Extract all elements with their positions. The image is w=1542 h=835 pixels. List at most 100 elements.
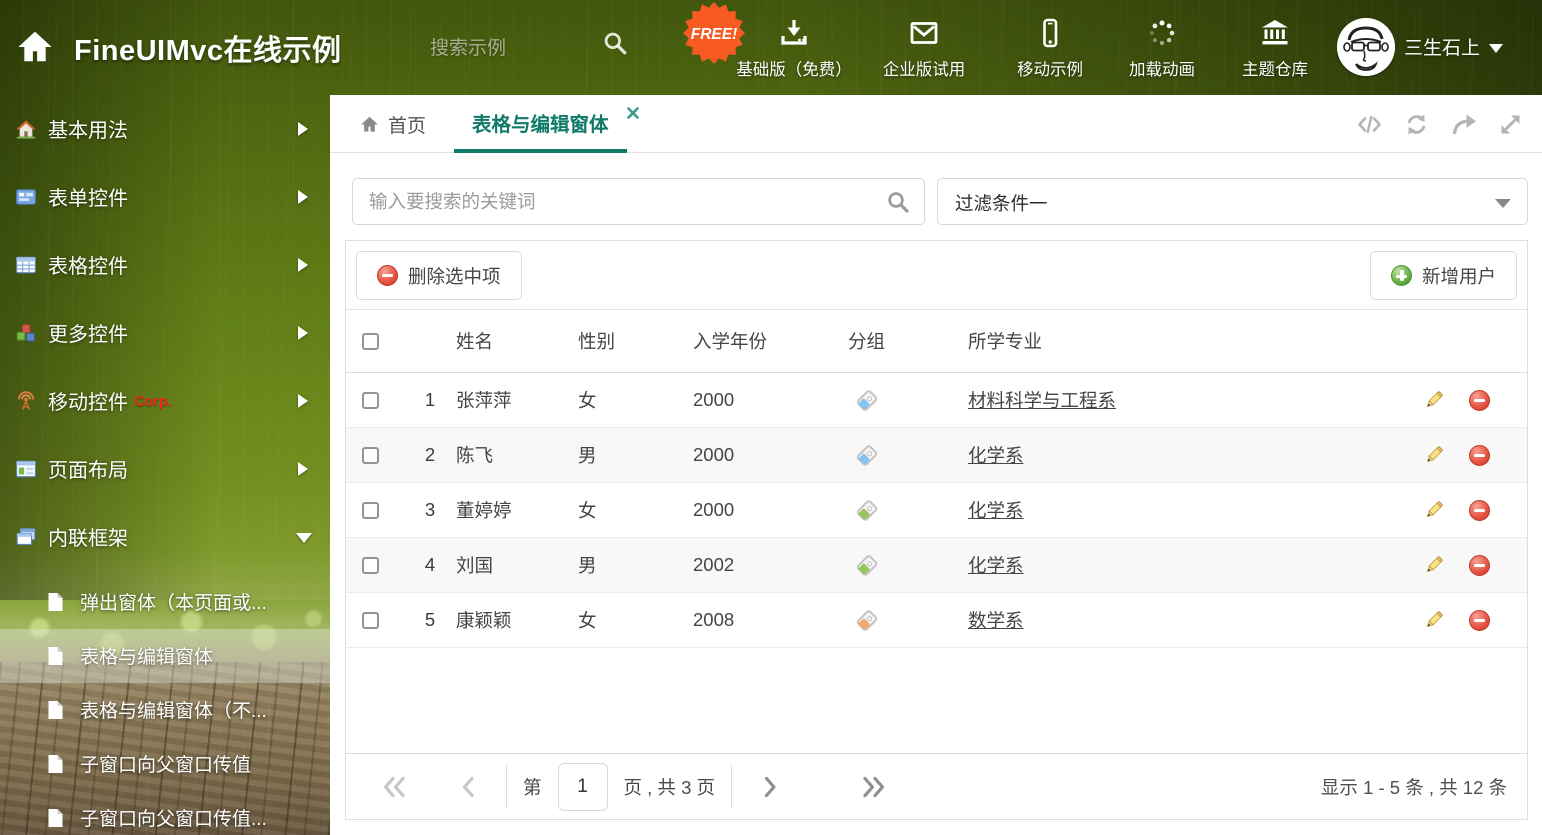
prev-page-button[interactable] xyxy=(460,775,476,799)
cubes-icon xyxy=(15,322,37,344)
page-icon xyxy=(46,646,65,666)
tag-icon xyxy=(855,443,879,467)
sidebar: 基本用法 表单控件 表格控件 更多控件 移动控件 Corp. 页面布局 内联框架… xyxy=(0,95,330,835)
major-link[interactable]: 化学系 xyxy=(968,445,1024,466)
sidebar-submenu: 弹出窗体（本页面或... 表格与编辑窗体 表格与编辑窗体（不... 子窗口向父窗… xyxy=(0,575,330,835)
search-icon[interactable] xyxy=(602,30,628,56)
chevron-right-icon xyxy=(298,190,308,204)
last-page-button[interactable] xyxy=(860,775,887,799)
edit-pencil-icon[interactable] xyxy=(1423,389,1445,411)
table-row: 2 陈飞 男 2000 化学系 xyxy=(346,428,1527,483)
tab-grid-edit-window[interactable]: 表格与编辑窗体 xyxy=(454,95,639,153)
cell-year: 2002 xyxy=(693,554,735,575)
row-checkbox[interactable] xyxy=(362,446,379,464)
edit-pencil-icon[interactable] xyxy=(1423,499,1445,521)
sidebar-item-more-controls[interactable]: 更多控件 xyxy=(0,299,330,367)
first-page-button[interactable] xyxy=(381,775,408,799)
col-header-gender[interactable]: 性别 xyxy=(578,328,693,354)
row-number: 2 xyxy=(424,444,436,465)
col-header-group[interactable]: 分组 xyxy=(848,328,968,354)
user-menu[interactable]: 三生石上 xyxy=(1404,33,1504,60)
row-number: 5 xyxy=(424,609,436,630)
nav-theme-repo[interactable]: 主题仓库 xyxy=(1220,0,1330,95)
edit-pencil-icon[interactable] xyxy=(1423,444,1445,466)
major-link[interactable]: 化学系 xyxy=(968,500,1024,521)
col-header-major[interactable]: 所学专业 xyxy=(968,328,1423,354)
major-link[interactable]: 材料科学与工程系 xyxy=(968,390,1116,411)
grid-toolbar: 删除选中项 新增用户 xyxy=(346,241,1527,310)
delete-row-icon[interactable] xyxy=(1469,444,1490,466)
sidebar-subitem-grid-edit-window[interactable]: 表格与编辑窗体 xyxy=(0,629,330,683)
cell-year: 2000 xyxy=(693,389,735,410)
search-icon[interactable] xyxy=(886,190,910,214)
app-title[interactable]: FineUIMvc在线示例 xyxy=(74,27,342,69)
major-link[interactable]: 数学系 xyxy=(968,610,1024,631)
sidebar-item-iframe[interactable]: 内联框架 xyxy=(0,503,330,571)
chevron-down-icon xyxy=(296,533,312,543)
cell-name: 陈飞 xyxy=(456,445,494,466)
cell-gender: 女 xyxy=(578,390,597,411)
home-icon[interactable] xyxy=(16,28,54,66)
row-checkbox[interactable] xyxy=(362,391,379,409)
nav-basic-edition[interactable]: 基础版（免费） xyxy=(736,0,852,95)
filter-dropdown[interactable]: 过滤条件一 xyxy=(937,178,1528,225)
col-header-name[interactable]: 姓名 xyxy=(456,328,578,354)
sidebar-subitem-popup-window[interactable]: 弹出窗体（本页面或... xyxy=(0,575,330,629)
chevron-right-icon xyxy=(298,122,308,136)
keyword-search-input[interactable] xyxy=(369,180,869,223)
main-content: 首页 表格与编辑窗体 过滤条件一 xyxy=(330,95,1542,835)
major-link[interactable]: 化学系 xyxy=(968,555,1024,576)
row-checkbox[interactable] xyxy=(362,556,379,574)
tag-icon xyxy=(855,498,879,522)
corp-badge: Corp. xyxy=(134,393,172,410)
edit-pencil-icon[interactable] xyxy=(1423,554,1445,576)
next-page-button[interactable] xyxy=(762,775,778,799)
tab-toolbar xyxy=(1356,95,1524,153)
delete-row-icon[interactable] xyxy=(1469,389,1490,411)
sidebar-item-basic-usage[interactable]: 基本用法 xyxy=(0,95,330,163)
tag-icon xyxy=(855,553,879,577)
edit-pencil-icon[interactable] xyxy=(1423,609,1445,631)
user-avatar[interactable] xyxy=(1337,18,1395,76)
table-row: 3 董婷婷 女 2000 化学系 xyxy=(346,483,1527,538)
sidebar-item-mobile-controls[interactable]: 移动控件 Corp. xyxy=(0,367,330,435)
select-all-checkbox[interactable] xyxy=(362,332,379,350)
row-number: 4 xyxy=(424,554,436,575)
page-number-input[interactable] xyxy=(557,762,608,811)
share-forward-icon[interactable] xyxy=(1450,111,1477,138)
sidebar-subitem-grid-edit-window-2[interactable]: 表格与编辑窗体（不... xyxy=(0,683,330,737)
expand-icon[interactable] xyxy=(1497,111,1524,138)
sidebar-item-form-controls[interactable]: 表单控件 xyxy=(0,163,330,231)
sidebar-item-page-layout[interactable]: 页面布局 xyxy=(0,435,330,503)
nav-loading-animation[interactable]: 加载动画 xyxy=(1110,0,1214,95)
tab-home[interactable]: 首页 xyxy=(360,95,426,153)
nav-mobile-demo[interactable]: 移动示例 xyxy=(996,0,1104,95)
chevron-down-icon xyxy=(1489,44,1504,54)
layout-icon xyxy=(15,458,37,480)
spinner-icon xyxy=(1146,15,1178,49)
delete-selected-button[interactable]: 删除选中项 xyxy=(356,251,522,300)
chevron-right-icon xyxy=(298,462,308,476)
delete-row-icon[interactable] xyxy=(1469,499,1490,521)
row-checkbox[interactable] xyxy=(362,501,379,519)
cell-name: 刘国 xyxy=(456,555,494,576)
divider xyxy=(731,764,733,809)
delete-row-icon[interactable] xyxy=(1469,609,1490,631)
home-icon xyxy=(361,116,378,132)
delete-row-icon[interactable] xyxy=(1469,554,1490,576)
header-search-input[interactable]: 搜索示例 xyxy=(430,33,506,60)
keyword-search-box xyxy=(352,178,925,225)
cell-gender: 女 xyxy=(578,610,597,631)
sidebar-subitem-child-to-parent[interactable]: 子窗口向父窗口传值 xyxy=(0,737,330,791)
row-checkbox[interactable] xyxy=(362,611,379,629)
add-user-button[interactable]: 新增用户 xyxy=(1369,251,1517,300)
cell-name: 康颖颖 xyxy=(456,610,512,631)
source-code-icon[interactable] xyxy=(1356,111,1383,138)
sidebar-item-grid-controls[interactable]: 表格控件 xyxy=(0,231,330,299)
close-icon[interactable] xyxy=(626,107,639,119)
refresh-icon[interactable] xyxy=(1403,111,1430,138)
nav-enterprise-trial[interactable]: 企业版试用 xyxy=(860,0,988,95)
sidebar-subitem-child-to-parent-2[interactable]: 子窗口向父窗口传值... xyxy=(0,791,330,835)
page-suffix-label: 页 , 共 3 页 xyxy=(623,776,716,798)
col-header-year[interactable]: 入学年份 xyxy=(693,328,848,354)
